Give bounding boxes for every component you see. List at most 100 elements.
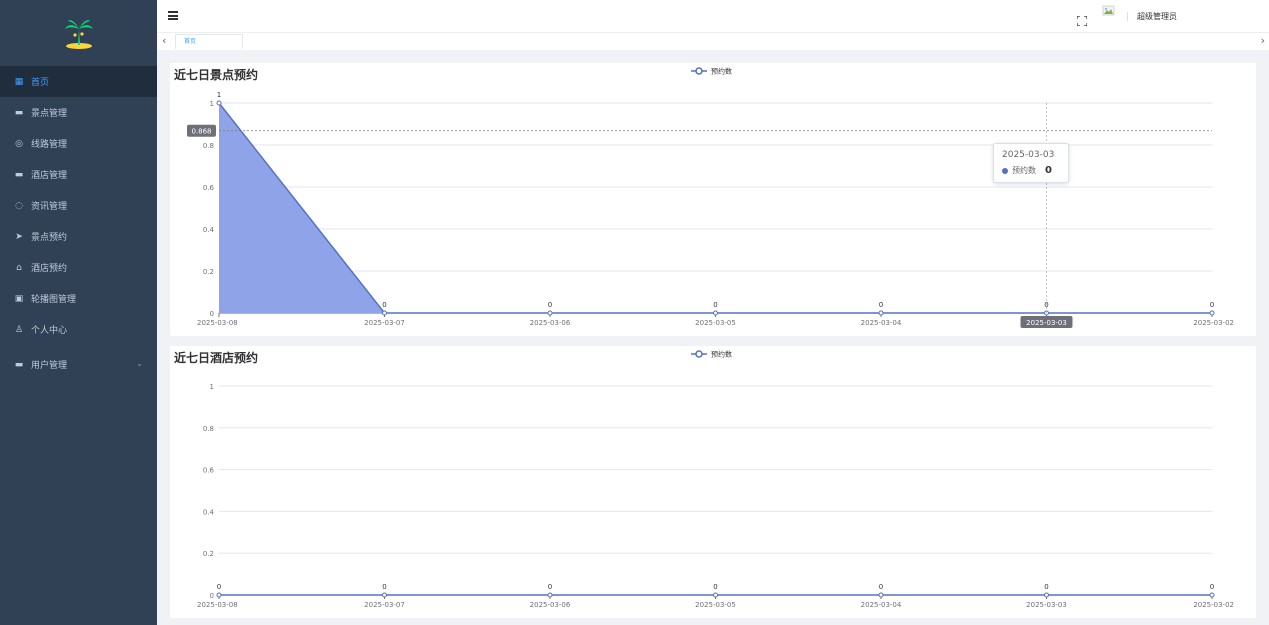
- y-tick-label: 0.4: [203, 226, 215, 234]
- sidebar-item-label: 酒店预约: [31, 264, 68, 274]
- y-tick-label: 0.2: [203, 550, 214, 558]
- x-tick-label: 2025-03-06: [530, 319, 571, 327]
- x-tick-label: 2025-03-08: [197, 319, 238, 327]
- hotel-booking-panel: 近七日酒店预约 预约数 0 0.2 0.4 0.6 0.8 1 2025-03-08 2025-…: [170, 346, 1256, 618]
- sidebar: ▦ 首页 ▬ 景点管理 ◎ 线路管理 ▬ 酒店管理 ◌ 资讯管理 ➤ 景点预约 ⌂ 酒店预约 ▣ 轮播图管理 ♙…: [0, 0, 157, 625]
- tooltip-value: 0: [1045, 165, 1052, 176]
- scroll-right-icon[interactable]: ›: [1261, 34, 1265, 47]
- data-label: 0: [217, 583, 221, 591]
- hamburger-icon[interactable]: [168, 11, 178, 20]
- x-tick-label: 2025-03-07: [364, 319, 405, 327]
- x-tick-label: 2025-03-05: [695, 601, 736, 609]
- attraction-booking-chart[interactable]: 预约数 0 0.2 0.4 0.6 0.8 1 2025-03-08 2025-03-07 202…: [170, 63, 1256, 336]
- y-tick-label: 0.6: [203, 184, 215, 192]
- data-label: 0: [713, 583, 717, 591]
- legend-marker: [695, 67, 703, 75]
- sidebar-item[interactable]: ➤ 景点预约: [0, 221, 157, 252]
- avatar[interactable]: [1101, 3, 1119, 21]
- sidebar-item-label: 首页: [31, 78, 50, 88]
- data-label: 1: [217, 91, 221, 99]
- sidebar-item-label: 个人中心: [31, 326, 68, 336]
- chart-legend: 预约数: [691, 67, 732, 76]
- data-label: 0: [548, 301, 552, 309]
- x-tick-label: 2025-03-08: [197, 601, 238, 609]
- sidebar-item[interactable]: ▬ 用户管理 ⌄: [0, 349, 157, 380]
- sidebar-item[interactable]: ▬ 酒店管理: [0, 159, 157, 190]
- home-icon: ⌂: [16, 262, 22, 273]
- sidebar-item-label: 资讯管理: [31, 202, 68, 212]
- tooltip-series-name: 预约数: [1012, 166, 1036, 175]
- tab-home[interactable]: 首页: [175, 34, 243, 49]
- x-tick-label: 2025-03-02: [1193, 319, 1234, 327]
- sidebar-item[interactable]: ◌ 资讯管理: [0, 190, 157, 221]
- sidebar-item-label: 酒店管理: [31, 171, 68, 181]
- sidebar-item-label: 轮播图管理: [31, 295, 77, 305]
- axis-pointer-x-label: 2025-03-03: [1026, 319, 1067, 327]
- data-label: 0: [713, 301, 717, 309]
- data-point: [1209, 310, 1215, 316]
- dashboard-icon: ▦: [14, 76, 24, 87]
- y-tick-label: 1: [210, 383, 214, 391]
- y-tick-label: 0: [210, 592, 214, 600]
- axis-pointer-x-badge: 2025-03-03: [1020, 316, 1073, 328]
- data-point: [878, 310, 884, 316]
- legend-label: 预约数: [711, 350, 732, 359]
- divider: [1127, 12, 1128, 21]
- series-dot-icon: [1002, 167, 1008, 174]
- data-point: [216, 592, 222, 598]
- x-tick-label: 2025-03-04: [861, 319, 902, 327]
- data-label: 0: [879, 583, 883, 591]
- chart-legend: 预约数: [691, 350, 732, 359]
- sidebar-item-label: 景点管理: [31, 109, 68, 119]
- chevron-down-icon[interactable]: ⌄: [136, 359, 143, 368]
- data-label: 0: [1044, 583, 1048, 591]
- route-icon: ◎: [15, 138, 23, 149]
- sidebar-item-label: 线路管理: [31, 140, 68, 150]
- sidebar-item-label: 用户管理: [31, 361, 68, 371]
- sidebar-item[interactable]: ♙ 个人中心: [0, 314, 157, 345]
- data-point: [1044, 592, 1049, 598]
- sidebar-item[interactable]: ▣ 轮播图管理: [0, 283, 157, 314]
- x-tick-label: 2025-03-05: [695, 319, 736, 327]
- data-point: [547, 310, 553, 316]
- sidebar-item[interactable]: ⌂ 酒店预约: [0, 252, 157, 283]
- top-navbar: 超级管理员: [157, 0, 1269, 33]
- broken-image-icon: [1102, 5, 1115, 16]
- chart-tooltip: 2025-03-03 预约数 0: [993, 143, 1069, 183]
- y-tick-label: 0.8: [203, 425, 214, 433]
- y-tick-label: 0: [210, 310, 214, 318]
- hotel-booking-chart[interactable]: 预约数 0 0.2 0.4 0.6 0.8 1 2025-03-08 2025-03-07 202…: [170, 346, 1256, 618]
- sidebar-item-label: 景点预约: [31, 233, 68, 243]
- sidebar-item[interactable]: ▦ 首页: [0, 66, 157, 97]
- x-tick-label: 2025-03-06: [530, 601, 571, 609]
- data-label: 0: [548, 583, 552, 591]
- x-tick-label: 2025-03-07: [364, 601, 405, 609]
- x-tick-label: 2025-03-03: [1026, 601, 1067, 609]
- logo: [0, 0, 157, 66]
- fullscreen-icon[interactable]: [1076, 11, 1088, 27]
- user-icon: ♙: [14, 324, 24, 335]
- y-tick-label: 1: [210, 100, 214, 108]
- data-label: 0: [382, 583, 386, 591]
- data-point: [878, 592, 884, 598]
- y-tick-label: 0.4: [203, 508, 215, 516]
- ticket-icon: ▬: [14, 107, 24, 118]
- x-tick-label: 2025-03-02: [1193, 601, 1234, 609]
- users-icon: ▬: [14, 359, 24, 370]
- data-point: [216, 100, 222, 106]
- user-name[interactable]: 超级管理员: [1137, 11, 1177, 22]
- legend-label: 预约数: [711, 67, 732, 76]
- palm-tree-logo-icon: [64, 20, 93, 49]
- news-icon: ◌: [15, 200, 23, 211]
- attraction-booking-panel: 近七日景点预约 预约数 0 0.2 0.4 0.6 0.8 1 2025-03-08 2025-…: [170, 63, 1256, 336]
- y-tick-label: 0.6: [203, 467, 215, 475]
- y-tick-label: 0.2: [203, 268, 214, 276]
- data-point: [547, 592, 553, 598]
- sidebar-item[interactable]: ▬ 景点管理: [0, 97, 157, 128]
- sidebar-item[interactable]: ◎ 线路管理: [0, 128, 157, 159]
- data-point: [713, 592, 718, 598]
- send-icon: ➤: [15, 231, 23, 242]
- data-label: 0: [879, 301, 883, 309]
- data-point: [713, 310, 718, 316]
- scroll-left-icon[interactable]: ‹: [162, 34, 166, 47]
